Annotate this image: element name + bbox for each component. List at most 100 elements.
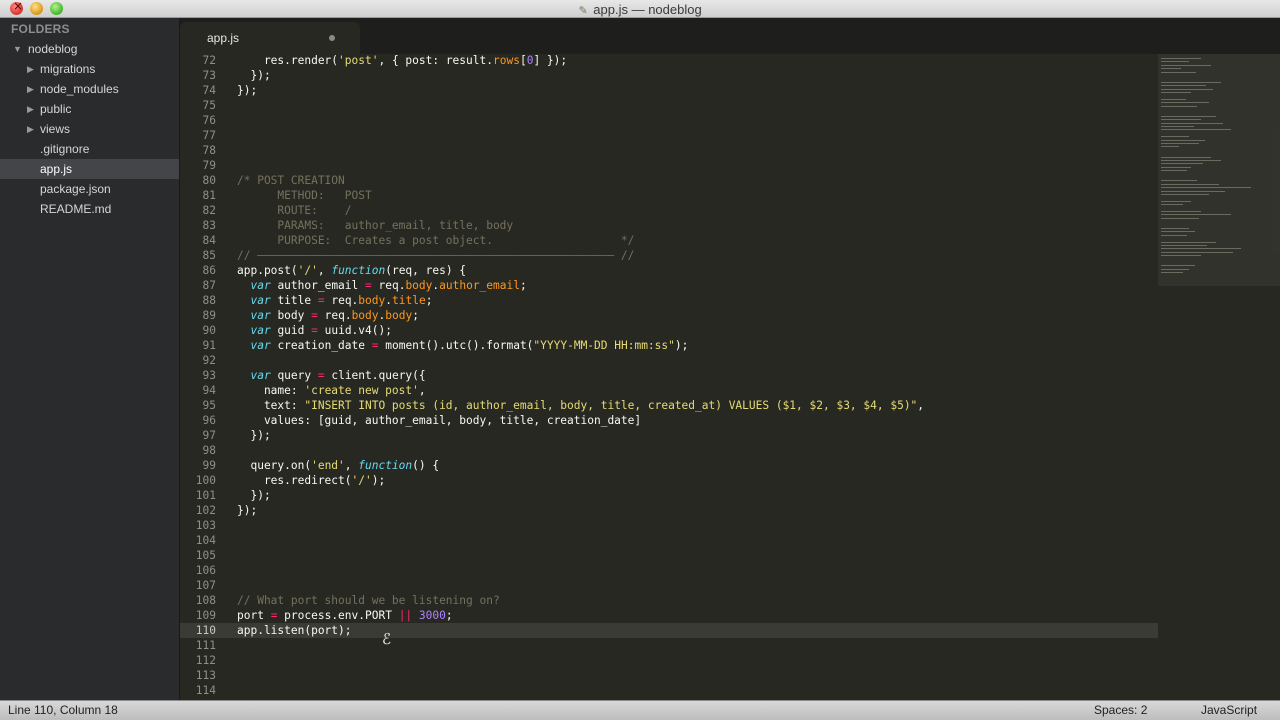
line-number[interactable]: 111 [180,638,216,653]
code-line[interactable]: 73 }); [180,68,1158,83]
code-line[interactable]: 103 [180,518,1158,533]
code-line[interactable]: 100 res.redirect('/'); [180,473,1158,488]
code-line[interactable]: 77 [180,128,1158,143]
code-line[interactable]: 93 var query = client.query({ [180,368,1158,383]
code-line[interactable]: 106 [180,563,1158,578]
line-number[interactable]: 93 [180,368,216,383]
line-number[interactable]: 77 [180,128,216,143]
code-line[interactable]: 89 var body = req.body.body; [180,308,1158,323]
code-line[interactable]: 108 // What port should we be listening o… [180,593,1158,608]
code-line[interactable]: 86 app.post('/', function(req, res) { [180,263,1158,278]
line-number[interactable]: 72 [180,54,216,68]
file-app-js[interactable]: app.js [0,159,179,179]
line-number[interactable]: 75 [180,98,216,113]
line-number[interactable]: 73 [180,68,216,83]
folder-root-nodeblog[interactable]: ▼ nodeblog [0,39,179,59]
code-line[interactable]: 85 // ———————————————————————————————————… [180,248,1158,263]
code-line[interactable]: 75 [180,98,1158,113]
line-number[interactable]: 88 [180,293,216,308]
line-number[interactable]: 91 [180,338,216,353]
line-number[interactable]: 97 [180,428,216,443]
code-line[interactable]: 82 ROUTE: / [180,203,1158,218]
line-number[interactable]: 82 [180,203,216,218]
code-line[interactable]: 102}); [180,503,1158,518]
line-number[interactable]: 104 [180,533,216,548]
file-gitignore[interactable]: .gitignore [0,139,179,159]
code-line[interactable]: 83 PARAMS: author_email, title, body [180,218,1158,233]
code-editor[interactable]: 72 res.render('post', { post: result.row… [180,54,1158,700]
unsaved-dot-icon[interactable] [329,35,335,41]
code-line[interactable]: 105 [180,548,1158,563]
disclosure-closed-icon[interactable]: ▶ [27,119,34,139]
line-number[interactable]: 81 [180,188,216,203]
code-line[interactable]: 91 var creation_date = moment().utc().fo… [180,338,1158,353]
line-number[interactable]: 108 [180,593,216,608]
line-number[interactable]: 78 [180,143,216,158]
line-number[interactable]: 102 [180,503,216,518]
code-line[interactable]: 112 [180,653,1158,668]
line-number[interactable]: 107 [180,578,216,593]
disclosure-closed-icon[interactable]: ▶ [27,99,34,119]
code-line[interactable]: 78 [180,143,1158,158]
line-number[interactable]: 87 [180,278,216,293]
indentation-setting[interactable]: Spaces: 2 [1094,703,1147,717]
line-number[interactable]: 92 [180,353,216,368]
line-number[interactable]: 96 [180,413,216,428]
code-line[interactable]: 110 app.listen(port); [180,623,1158,638]
line-number[interactable]: 79 [180,158,216,173]
code-line[interactable]: 111 [180,638,1158,653]
code-line[interactable]: 101 }); [180,488,1158,503]
code-line[interactable]: 72 res.render('post', { post: result.row… [180,54,1158,68]
line-number[interactable]: 113 [180,668,216,683]
disclosure-closed-icon[interactable]: ▶ [27,79,34,99]
line-number[interactable]: 103 [180,518,216,533]
minimap[interactable] [1158,54,1280,700]
line-number[interactable]: 90 [180,323,216,338]
folder-views[interactable]: ▶ views [0,119,179,139]
code-line[interactable]: 104 [180,533,1158,548]
code-line[interactable]: 79 [180,158,1158,173]
code-line[interactable]: 107 [180,578,1158,593]
code-line[interactable]: 109 port = process.env.PORT || 3000; [180,608,1158,623]
file-package-json[interactable]: package.json [0,179,179,199]
code-line[interactable]: 81 METHOD: POST [180,188,1158,203]
line-number[interactable]: 74 [180,83,216,98]
line-number[interactable]: 98 [180,443,216,458]
line-number[interactable]: 89 [180,308,216,323]
disclosure-closed-icon[interactable]: ▶ [27,59,34,79]
code-line[interactable]: 114 [180,683,1158,698]
code-line[interactable]: 90 var guid = uuid.v4(); [180,323,1158,338]
line-number[interactable]: 112 [180,653,216,668]
line-number[interactable]: 76 [180,113,216,128]
line-number[interactable]: 99 [180,458,216,473]
code-line[interactable]: 96 values: [guid, author_email, body, ti… [180,413,1158,428]
folder-node-modules[interactable]: ▶ node_modules [0,79,179,99]
line-number[interactable]: 83 [180,218,216,233]
code-line[interactable]: 80 /* POST CREATION [180,173,1158,188]
code-line[interactable]: 92 [180,353,1158,368]
line-number[interactable]: 94 [180,383,216,398]
code-line[interactable]: 94 name: 'create new post', [180,383,1158,398]
code-line[interactable]: 97 }); [180,428,1158,443]
code-line[interactable]: 113 [180,668,1158,683]
line-number[interactable]: 85 [180,248,216,263]
line-number[interactable]: 105 [180,548,216,563]
line-number[interactable]: 80 [180,173,216,188]
file-readme-md[interactable]: README.md [0,199,179,219]
code-line[interactable]: 98 [180,443,1158,458]
line-number[interactable]: 110 [180,623,216,638]
code-line[interactable]: 84 PURPOSE: Creates a post object. */ [180,233,1158,248]
syntax-selector[interactable]: JavaScript [1201,703,1257,717]
line-number[interactable]: 101 [180,488,216,503]
line-number[interactable]: 95 [180,398,216,413]
folder-migrations[interactable]: ▶ migrations [0,59,179,79]
line-number[interactable]: 84 [180,233,216,248]
line-number[interactable]: 109 [180,608,216,623]
tab-app-js[interactable]: app.js [180,22,360,54]
code-line[interactable]: 74}); [180,83,1158,98]
line-number[interactable]: 114 [180,683,216,698]
code-line[interactable]: 76 [180,113,1158,128]
code-line[interactable]: 87 var author_email = req.body.author_em… [180,278,1158,293]
disclosure-open-icon[interactable]: ▼ [13,39,22,59]
code-line[interactable]: 88 var title = req.body.title; [180,293,1158,308]
